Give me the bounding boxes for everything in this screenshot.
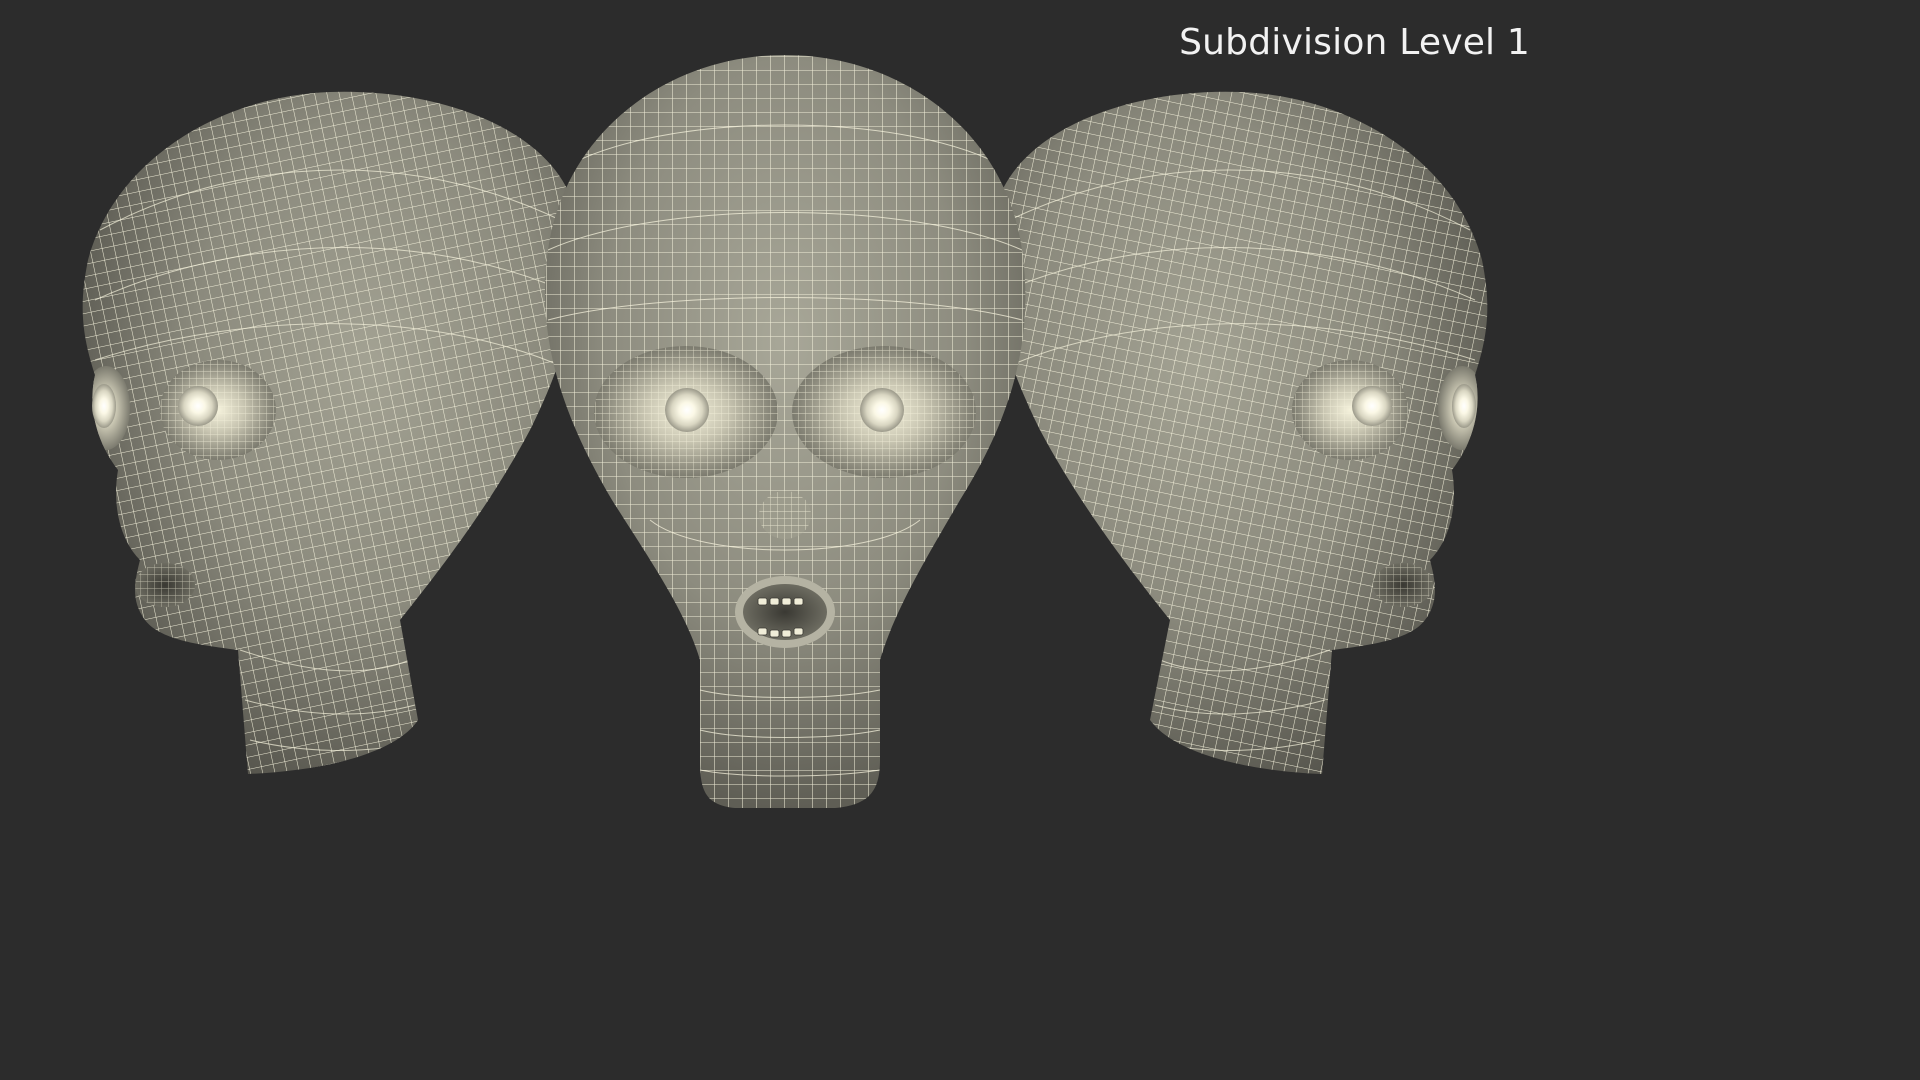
subdivision-level-label: Subdivision Level 1: [1179, 22, 1530, 63]
alien-head-front-view: [544, 55, 1026, 808]
eye-highlight: [665, 388, 709, 432]
eye-highlight: [178, 386, 218, 426]
alien-head-left-view: [82, 91, 580, 775]
wireframe-render: [82, 55, 1488, 808]
render-viewport: Subdivision Level 1: [0, 0, 1568, 882]
alien-head-right-view: [990, 91, 1488, 775]
eye-highlight: [1352, 386, 1392, 426]
eye-highlight: [92, 384, 116, 428]
eye-highlight: [860, 388, 904, 432]
eye-highlight: [1452, 384, 1476, 428]
